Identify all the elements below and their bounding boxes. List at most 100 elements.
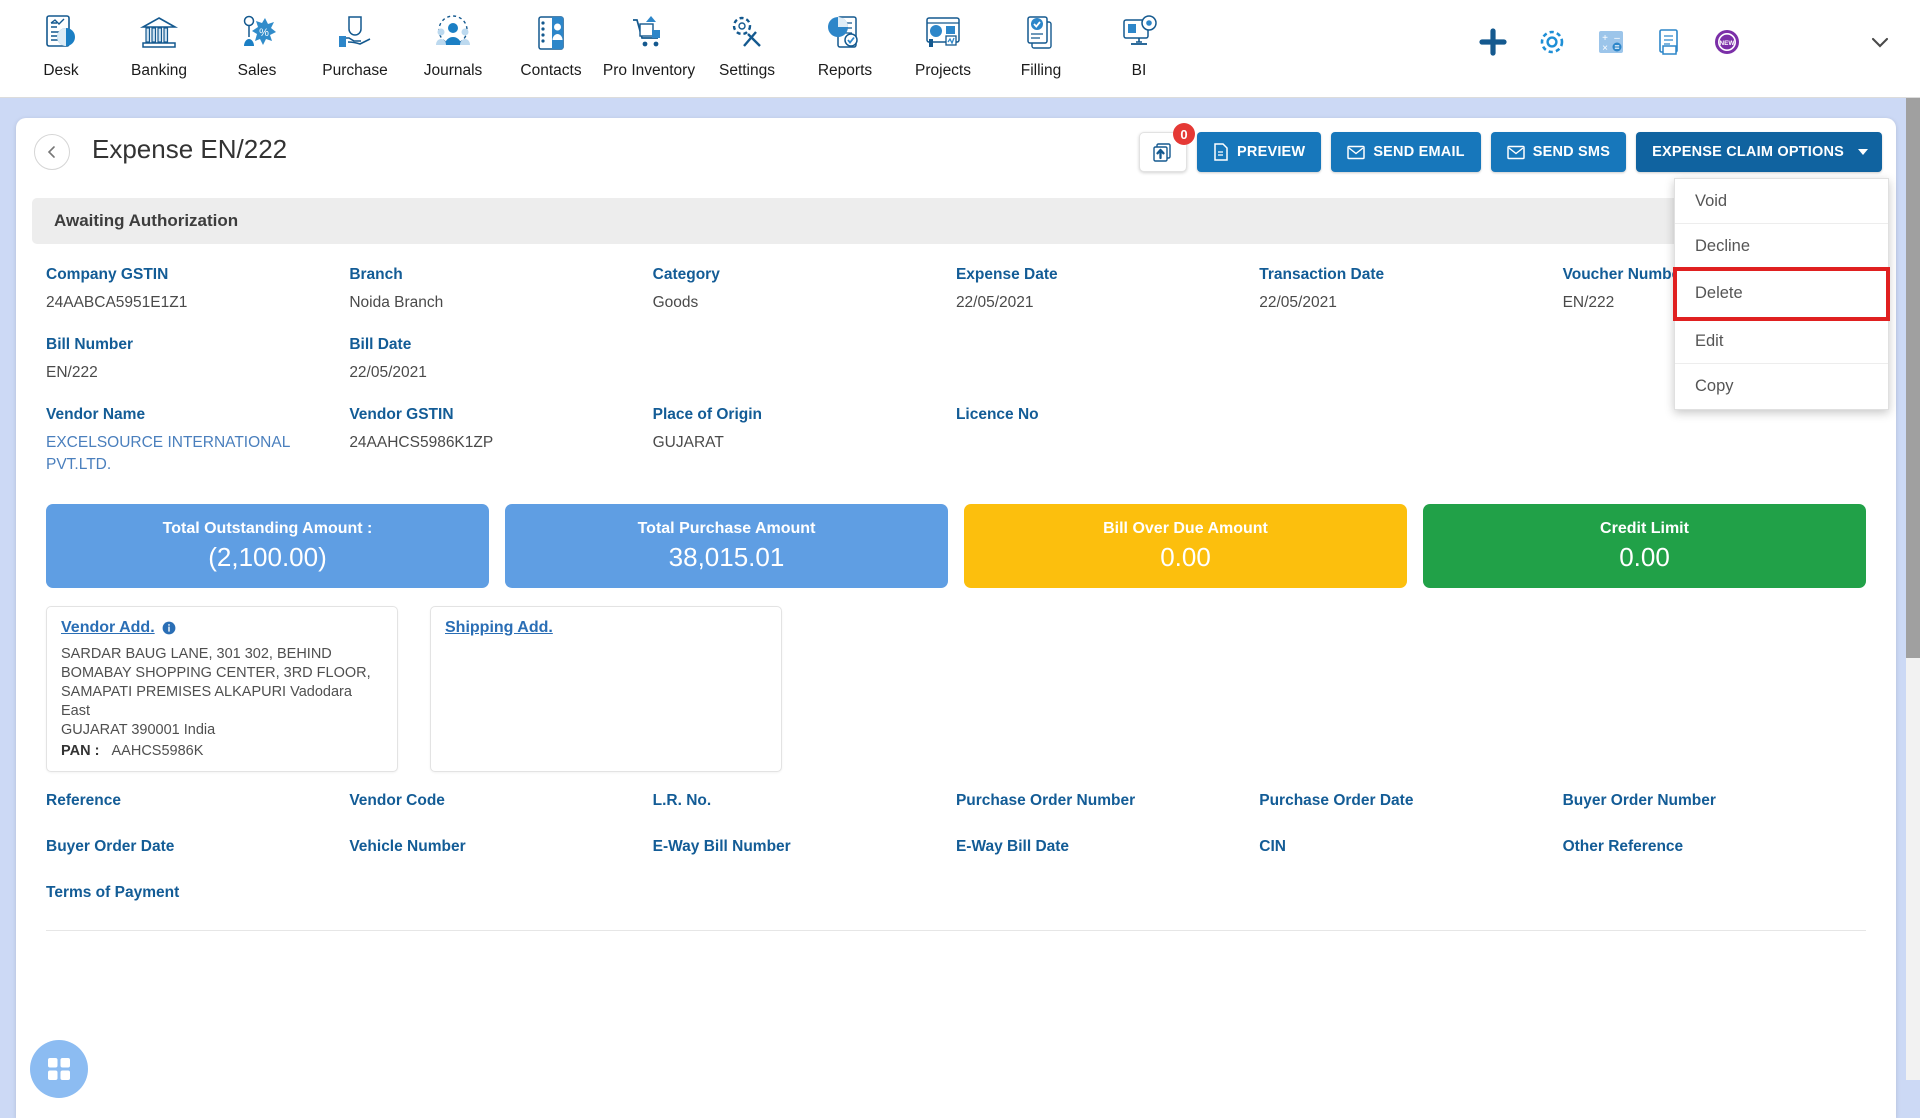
shipping-address-link[interactable]: Shipping Add. [445, 619, 553, 637]
field-label: E-Way Bill Date [955, 838, 1070, 855]
nav-item-banking[interactable]: Banking [110, 6, 208, 80]
expense-claim-options-button[interactable]: EXPENSE CLAIM OPTIONS [1636, 132, 1882, 172]
field-label: Vendor Code [349, 792, 445, 809]
svg-text:×: × [1602, 43, 1608, 54]
field-empty [653, 336, 956, 384]
field-category: Category Goods [653, 266, 956, 314]
menu-item-edit[interactable]: Edit [1675, 319, 1888, 364]
menu-item-delete[interactable]: Delete [1673, 267, 1890, 321]
header-actions: 0 PREVIEW SEND EMAIL SEND SMS EXPENSE CL… [1139, 123, 1882, 172]
field-transaction-date: Transaction Date 22/05/2021 [1259, 266, 1562, 314]
expense-detail-card: Expense EN/222 0 PREVIEW SEND EMAIL SEND… [16, 118, 1896, 1118]
nav-item-journals[interactable]: Journals [404, 6, 502, 80]
field-label: Licence No [955, 406, 1039, 423]
field-buyer-order-date: Buyer Order Date [46, 838, 349, 864]
field-value: Goods [652, 294, 699, 311]
amount-card-title: Bill Over Due Amount [1103, 519, 1268, 537]
nav-item-reports[interactable]: Reports [796, 6, 894, 80]
field-empty [1259, 336, 1562, 384]
field-other-reference: Other Reference [1563, 838, 1866, 864]
field-cin: CIN [1259, 838, 1562, 864]
amount-card-bill-over-due: Bill Over Due Amount 0.00 [964, 504, 1407, 588]
contacts-card-icon [530, 10, 572, 56]
field-value: 22/05/2021 [955, 294, 1034, 311]
calculator-icon[interactable]: + – × [1596, 27, 1626, 57]
field-label: Category [652, 266, 720, 283]
vendor-address-line-4: GUJARAT 390001 India [61, 722, 216, 738]
nav-item-bi[interactable]: BI [1090, 6, 1188, 80]
page-header: Expense EN/222 0 PREVIEW SEND EMAIL SEND… [16, 118, 1896, 188]
settings-tools-icon [726, 10, 768, 56]
field-vendor-name: Vendor Name EXCELSOURCE INTERNATIONAL PV… [46, 406, 349, 476]
field-label: Vendor GSTIN [349, 406, 454, 423]
send-sms-button-label: SEND SMS [1532, 144, 1611, 160]
field-value: 24AABCA5951E1Z1 [46, 294, 188, 311]
nav-item-settings[interactable]: Settings [698, 6, 796, 80]
vendor-address-line-2: BOMABAY SHOPPING CENTER, 3RD FLOOR, [61, 665, 371, 681]
nav-item-label: Reports [817, 62, 873, 79]
bottom-row-2: Buyer Order Date Vehicle Number E-Way Bi… [46, 838, 1866, 864]
svg-text:%: % [259, 27, 269, 39]
menu-item-decline[interactable]: Decline [1675, 224, 1888, 269]
gear-icon[interactable] [1536, 26, 1568, 58]
nav-item-filling[interactable]: Filling [992, 6, 1090, 80]
purchase-hand-icon [334, 10, 376, 56]
menu-item-label: Copy [1695, 377, 1734, 395]
bottom-fields: Reference Vendor Code L.R. No. Purchase … [16, 772, 1896, 910]
field-label: Vehicle Number [349, 838, 466, 855]
field-place-of-origin: Place of Origin GUJARAT [653, 406, 956, 476]
vendor-pan: PAN : AAHCS5986K [61, 743, 383, 759]
page-title: Expense EN/222 [92, 134, 288, 164]
amount-card-total-outstanding: Total Outstanding Amount : (2,100.00) [46, 504, 489, 588]
nav-item-label: Desk [43, 62, 79, 79]
amount-card-title: Credit Limit [1600, 519, 1689, 537]
vendor-address-box: Vendor Add. SARDAR BAUG LANE, 301 302, B… [46, 606, 398, 772]
chevron-down-icon[interactable] [1866, 28, 1894, 56]
field-label: Place of Origin [652, 406, 763, 423]
field-purchase-order-number: Purchase Order Number [956, 792, 1259, 818]
field-value: 22/05/2021 [1259, 294, 1337, 311]
bottom-row-1: Reference Vendor Code L.R. No. Purchase … [46, 792, 1866, 818]
info-icon[interactable] [162, 621, 176, 635]
vendor-address-line-1: SARDAR BAUG LANE, 301 302, BEHIND [61, 646, 332, 662]
nav-item-pro-inventory[interactable]: Pro Inventory [600, 6, 698, 80]
nav-item-contacts[interactable]: Contacts [502, 6, 600, 80]
field-label: L.R. No. [652, 792, 712, 809]
upload-folder-icon [1151, 140, 1175, 164]
apps-grid-fab[interactable] [30, 1040, 88, 1098]
nav-item-purchase[interactable]: Purchase [306, 6, 404, 80]
scrollbar-thumb[interactable] [1906, 98, 1920, 658]
nav-item-projects[interactable]: Projects [894, 6, 992, 80]
notes-icon[interactable] [1654, 27, 1684, 57]
nav-right-actions: + – × NEW [1478, 0, 1920, 84]
send-sms-button[interactable]: SEND SMS [1490, 132, 1627, 172]
vendor-address-line-3: SAMAPATI PREMISES ALKAPURI Vadodara East [61, 684, 352, 719]
nav-item-label: Banking [130, 62, 187, 79]
menu-item-void[interactable]: Void [1675, 179, 1888, 224]
new-badge-icon[interactable]: NEW [1712, 27, 1742, 57]
field-value[interactable]: EXCELSOURCE INTERNATIONAL PVT.LTD. [46, 432, 335, 476]
projects-board-icon [922, 10, 964, 56]
envelope-icon [1347, 145, 1366, 160]
chevron-left-icon [44, 144, 60, 160]
plus-icon[interactable] [1478, 27, 1508, 57]
top-navigation-bar: Desk Banking % Sales Purchase Journals C… [0, 0, 1920, 98]
nav-item-label: Projects [915, 62, 971, 79]
page-scrollbar[interactable] [1906, 98, 1920, 1080]
nav-item-desk[interactable]: Desk [12, 6, 110, 80]
nav-item-sales[interactable]: % Sales [208, 6, 306, 80]
back-button[interactable] [34, 134, 70, 170]
field-terms-of-payment: Terms of Payment [46, 884, 349, 910]
status-banner: Awaiting Authorization [32, 198, 1880, 244]
field-value: EN/222 [46, 364, 98, 381]
menu-item-label: Delete [1695, 284, 1743, 302]
reports-chart-icon [824, 10, 866, 56]
menu-item-copy[interactable]: Copy [1675, 364, 1888, 409]
status-text: Awaiting Authorization [54, 211, 239, 230]
upload-attachments-button[interactable]: 0 [1139, 123, 1196, 172]
send-email-button[interactable]: SEND EMAIL [1331, 132, 1481, 172]
vendor-address-link[interactable]: Vendor Add. [61, 619, 176, 637]
filling-documents-icon [1020, 10, 1062, 56]
nav-item-label: Filling [1020, 62, 1062, 79]
preview-button[interactable]: PREVIEW [1197, 132, 1322, 172]
